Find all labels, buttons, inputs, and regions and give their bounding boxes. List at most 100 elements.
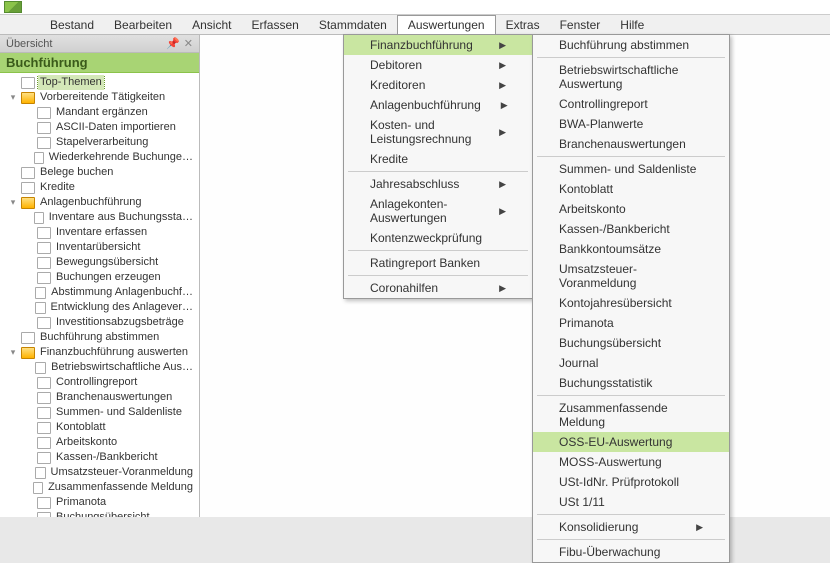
submenu-item[interactable]: Branchenauswertungen bbox=[533, 134, 729, 154]
folder-icon bbox=[21, 197, 35, 209]
tree-item[interactable]: Buchführung abstimmen bbox=[4, 330, 199, 345]
page-icon bbox=[37, 422, 51, 434]
submenu-item[interactable]: Umsatzsteuer-Voranmeldung bbox=[533, 259, 729, 293]
page-icon bbox=[37, 227, 51, 239]
menu-item-label: Ratingreport Banken bbox=[370, 256, 480, 270]
chevron-right-icon: ▶ bbox=[696, 522, 703, 533]
menu-item[interactable]: Kosten- und Leistungsrechnung▶ bbox=[344, 115, 532, 149]
tree-item[interactable]: Kredite bbox=[4, 180, 199, 195]
tree-item[interactable]: Belege buchen bbox=[4, 165, 199, 180]
page-icon bbox=[37, 272, 51, 284]
menu-stammdaten[interactable]: Stammdaten bbox=[309, 15, 397, 34]
menu-erfassen[interactable]: Erfassen bbox=[241, 15, 308, 34]
submenu-item[interactable]: Journal bbox=[533, 353, 729, 373]
tree-item[interactable]: Stapelverarbeitung bbox=[4, 135, 199, 150]
submenu-item[interactable]: Fibu-Überwachung bbox=[533, 542, 729, 562]
submenu-item[interactable]: Bankkontoumsätze bbox=[533, 239, 729, 259]
submenu-item[interactable]: OSS-EU-Auswertung bbox=[533, 432, 729, 452]
menu-auswertungen[interactable]: Auswertungen bbox=[397, 15, 496, 34]
tree-item[interactable]: ▾Vorbereitende Tätigkeiten bbox=[4, 90, 199, 105]
menu-separator bbox=[348, 275, 528, 276]
menu-item[interactable]: Ratingreport Banken bbox=[344, 253, 532, 273]
tree-item[interactable]: Kontoblatt bbox=[4, 420, 199, 435]
menu-hilfe[interactable]: Hilfe bbox=[610, 15, 654, 34]
submenu-item[interactable]: BWA-Planwerte bbox=[533, 114, 729, 134]
tree-item[interactable]: Inventarübersicht bbox=[4, 240, 199, 255]
submenu-item[interactable]: Kontojahresübersicht bbox=[533, 293, 729, 313]
submenu-item[interactable]: Betriebswirtschaftliche Auswertung bbox=[533, 60, 729, 94]
menu-bestand[interactable]: Bestand bbox=[40, 15, 104, 34]
tree-item[interactable]: Wiederkehrende Buchunge… bbox=[4, 150, 199, 165]
submenu-item[interactable]: Buchungsübersicht bbox=[533, 333, 729, 353]
menu-item-label: Kredite bbox=[370, 152, 408, 166]
page-icon bbox=[35, 467, 46, 479]
submenu-item[interactable]: Zusammenfassende Meldung bbox=[533, 398, 729, 432]
page-icon bbox=[21, 167, 35, 179]
menu-item-label: Kontenzweckprüfung bbox=[370, 231, 482, 245]
expand-icon[interactable]: ▾ bbox=[8, 195, 18, 210]
menu-item[interactable]: Kredite bbox=[344, 149, 532, 169]
submenu-item[interactable]: USt 1/11 bbox=[533, 492, 729, 512]
menu-item[interactable]: Anlagenbuchführung▶ bbox=[344, 95, 532, 115]
expand-icon[interactable]: ▾ bbox=[8, 345, 18, 360]
close-icon[interactable]: ✕ bbox=[184, 37, 193, 50]
tree-item[interactable]: Branchenauswertungen bbox=[4, 390, 199, 405]
page-icon bbox=[21, 332, 35, 344]
menu-separator bbox=[348, 171, 528, 172]
tree-item[interactable]: Buchungsübersicht bbox=[4, 510, 199, 517]
tree-item[interactable]: Abstimmung Anlagenbuchf… bbox=[4, 285, 199, 300]
tree-item-label: Inventarübersicht bbox=[54, 240, 142, 255]
chevron-right-icon: ▶ bbox=[499, 206, 506, 217]
tree-item[interactable]: Top-Themen bbox=[4, 75, 199, 90]
menu-item[interactable]: Kontenzweckprüfung bbox=[344, 228, 532, 248]
submenu-item[interactable]: Controllingreport bbox=[533, 94, 729, 114]
pin-icon[interactable]: 📌 bbox=[166, 37, 180, 50]
chevron-right-icon: ▶ bbox=[499, 80, 506, 91]
submenu-item[interactable]: Kassen-/Bankbericht bbox=[533, 219, 729, 239]
submenu-item[interactable]: Arbeitskonto bbox=[533, 199, 729, 219]
tree-item[interactable]: Umsatzsteuer-Voranmeldung bbox=[4, 465, 199, 480]
tree-item[interactable]: Inventare erfassen bbox=[4, 225, 199, 240]
tree-item-label: Finanzbuchführung auswerten bbox=[38, 345, 190, 360]
tree-item[interactable]: Arbeitskonto bbox=[4, 435, 199, 450]
submenu-item[interactable]: USt-IdNr. Prüfprotokoll bbox=[533, 472, 729, 492]
menu-item[interactable]: Jahresabschluss▶ bbox=[344, 174, 532, 194]
menu-item[interactable]: Finanzbuchführung▶ bbox=[344, 35, 532, 55]
menu-fenster[interactable]: Fenster bbox=[550, 15, 611, 34]
tree-item[interactable]: Summen- und Saldenliste bbox=[4, 405, 199, 420]
submenu-item[interactable]: MOSS-Auswertung bbox=[533, 452, 729, 472]
menu-ansicht[interactable]: Ansicht bbox=[182, 15, 241, 34]
menu-item[interactable]: Debitoren▶ bbox=[344, 55, 532, 75]
submenu-item[interactable]: Buchführung abstimmen bbox=[533, 35, 729, 55]
tree-item[interactable]: ASCII-Daten importieren bbox=[4, 120, 199, 135]
menu-item[interactable]: Anlagekonten-Auswertungen▶ bbox=[344, 194, 532, 228]
tree-item[interactable]: Betriebswirtschaftliche Aus… bbox=[4, 360, 199, 375]
menu-item-label: Kosten- und Leistungsrechnung bbox=[370, 118, 479, 146]
menu-separator bbox=[537, 539, 725, 540]
expand-icon[interactable]: ▾ bbox=[8, 90, 18, 105]
menu-item[interactable]: Kreditoren▶ bbox=[344, 75, 532, 95]
tree-item[interactable]: Mandant ergänzen bbox=[4, 105, 199, 120]
tree-item[interactable]: Investitionsabzugsbeträge bbox=[4, 315, 199, 330]
menu-item[interactable]: Coronahilfen▶ bbox=[344, 278, 532, 298]
submenu-item[interactable]: Kontoblatt bbox=[533, 179, 729, 199]
tree-item[interactable]: Inventare aus Buchungssta… bbox=[4, 210, 199, 225]
tree-item[interactable]: Primanota bbox=[4, 495, 199, 510]
submenu-item[interactable]: Konsolidierung▶ bbox=[533, 517, 729, 537]
tree-item[interactable]: Buchungen erzeugen bbox=[4, 270, 199, 285]
tree-item[interactable]: ▾ Finanzbuchführung auswerten bbox=[4, 345, 199, 360]
submenu-item[interactable]: Summen- und Saldenliste bbox=[533, 159, 729, 179]
menu-bearbeiten[interactable]: Bearbeiten bbox=[104, 15, 182, 34]
tree-item[interactable]: Controllingreport bbox=[4, 375, 199, 390]
tree-item[interactable]: Kassen-/Bankbericht bbox=[4, 450, 199, 465]
submenu-item[interactable]: Primanota bbox=[533, 313, 729, 333]
tree-item[interactable]: Entwicklung des Anlagever… bbox=[4, 300, 199, 315]
nav-tree: Top-Themen▾Vorbereitende TätigkeitenMand… bbox=[0, 73, 199, 517]
tree-item[interactable]: ▾Anlagenbuchführung bbox=[4, 195, 199, 210]
tree-item-label: Kassen-/Bankbericht bbox=[54, 450, 160, 465]
tree-item[interactable]: Bewegungsübersicht bbox=[4, 255, 199, 270]
menu-extras[interactable]: Extras bbox=[496, 15, 550, 34]
tree-item-label: Summen- und Saldenliste bbox=[54, 405, 184, 420]
tree-item[interactable]: Zusammenfassende Meldung bbox=[4, 480, 199, 495]
submenu-item[interactable]: Buchungsstatistik bbox=[533, 373, 729, 393]
